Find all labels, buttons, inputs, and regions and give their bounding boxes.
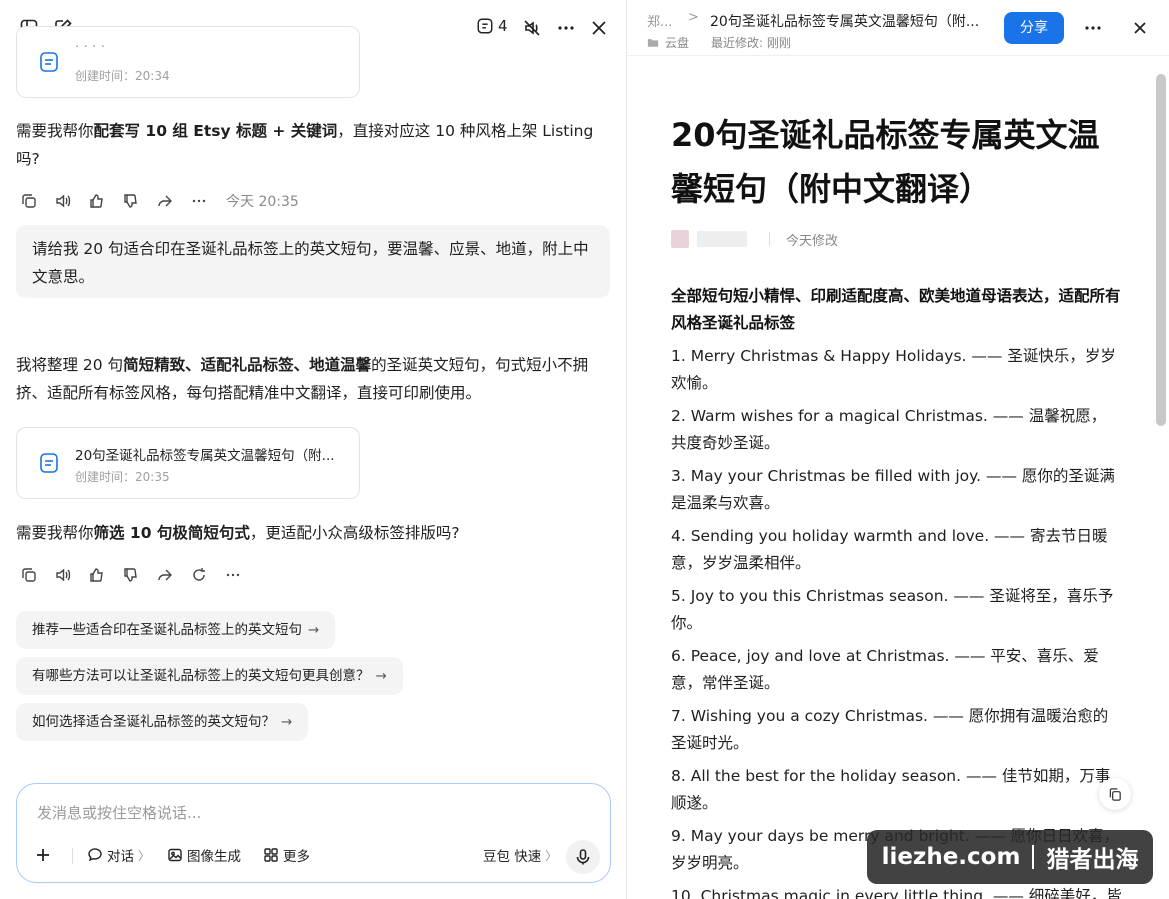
chat-pane: 4 · · · · 创建时间：20:34 需要我帮你配套写 10 组 Etsy …: [0, 0, 626, 899]
app-window: 4 · · · · 创建时间：20:34 需要我帮你配套写 10 组 Etsy …: [0, 0, 1169, 899]
document-modified: 最近修改: 刚刚: [711, 36, 791, 50]
grid-icon: [264, 848, 278, 862]
file-card-title: · · · ·: [75, 39, 106, 55]
microphone-icon: [576, 849, 590, 865]
watermark-overlay: liezhe.com 猎者出海: [867, 830, 1153, 884]
suggestion-chip-2[interactable]: 有哪些方法可以让圣诞礼品标签上的英文短句更具创意？ →: [16, 657, 403, 695]
message-input[interactable]: 发消息或按住空格说话...: [37, 802, 201, 823]
list-item: 4. Sending you holiday warmth and love. …: [671, 527, 1108, 572]
author-divider: [769, 232, 770, 246]
speaker-icon[interactable]: [54, 192, 72, 210]
regenerate-icon[interactable]: [190, 566, 208, 584]
list-item: 2. Warm wishes for a magical Christmas. …: [671, 407, 1107, 452]
list-item: 1. Merry Christmas & Happy Holidays. —— …: [671, 347, 1116, 392]
file-card-date: 创建时间：20:34: [75, 69, 170, 83]
suggestion-chip-1[interactable]: 推荐一些适合印在圣诞礼品标签上的英文短句 →: [16, 611, 336, 649]
user-message-bubble: 请给我 20 句适合印在圣诞礼品标签上的英文短句，要温馨、应景、地道，附上中文意…: [16, 225, 610, 298]
list-item: 8. All the best for the holiday season. …: [671, 767, 1111, 812]
thumbs-down-icon[interactable]: [122, 566, 140, 584]
list-item: 10. Christmas magic in every little thin…: [671, 887, 1121, 899]
close-document-icon[interactable]: [1128, 16, 1152, 40]
document-author-row: 今天修改: [671, 228, 838, 250]
thumbs-up-icon[interactable]: [88, 192, 106, 210]
assistant-message-1: 需要我帮你配套写 10 组 Etsy 标题 + 关键词，直接对应这 10 种风格…: [16, 122, 594, 168]
copy-to-doc-button[interactable]: [1099, 778, 1131, 810]
add-attachment-button[interactable]: [35, 844, 51, 866]
message-actions-1: 今天 20:35: [20, 191, 299, 211]
watermark-brand: 猎者出海: [1046, 847, 1139, 873]
notes-icon: [477, 18, 493, 34]
image-generation-button[interactable]: 图像生成: [167, 844, 241, 866]
more-menu-icon[interactable]: [554, 16, 578, 40]
breadcrumb-separator: >: [688, 10, 699, 25]
suggestion-chip-3[interactable]: 如何选择适合圣诞礼品标签的英文短句？ →: [16, 703, 309, 741]
assistant-message-2: 我将整理 20 句简短精致、适配礼品标签、地道温馨的圣诞英文短句，句式短小不拥挤…: [16, 356, 589, 402]
list-item: 6. Peace, joy and love at Christmas. —— …: [671, 647, 1099, 692]
thumbs-down-icon[interactable]: [122, 192, 140, 210]
document-icon: [40, 52, 58, 72]
image-icon: [168, 848, 182, 862]
arrow-right-icon: →: [375, 668, 387, 684]
document-lead: 全部短句短小精悍、印刷适配度高、欧美地道母语表达，适配所有风格圣诞礼品标签: [671, 287, 1121, 332]
file-card-date: 创建时间：20:35: [75, 470, 170, 484]
copy-doc-icon: [1109, 787, 1121, 801]
message-actions-2: [20, 565, 242, 585]
document-meta: 云盘 最近修改: 刚刚: [647, 34, 791, 51]
file-card-document[interactable]: 20句圣诞礼品标签专属英文温馨短句（附... 创建时间：20:35: [16, 427, 360, 499]
document-more-icon[interactable]: [1081, 16, 1105, 40]
message-composer[interactable]: 发消息或按住空格说话... 对话〉 图像生成 更多 豆包 快速〉: [16, 783, 611, 883]
more-tools-button[interactable]: 更多: [263, 844, 310, 866]
list-item: 5. Joy to you this Christmas season. —— …: [671, 587, 1114, 632]
mute-icon[interactable]: [520, 16, 544, 40]
plus-icon: [37, 849, 49, 861]
arrow-right-icon: →: [308, 622, 320, 638]
author-modified-time: 今天修改: [786, 233, 839, 249]
more-actions-icon[interactable]: [190, 192, 208, 210]
speaker-icon[interactable]: [54, 566, 72, 584]
close-chat-icon[interactable]: [587, 16, 611, 40]
document-title: 20句圣诞礼品标签专属英文温馨短句（附...: [710, 14, 980, 30]
thumbs-up-icon[interactable]: [88, 566, 106, 584]
file-card-title: 20句圣诞礼品标签专属英文温馨短句（附...: [75, 448, 335, 464]
breadcrumb-parent[interactable]: 郑...: [647, 11, 672, 30]
more-actions-icon[interactable]: [224, 566, 242, 584]
chat-mode-button[interactable]: 对话〉: [87, 844, 150, 866]
document-pane: 郑... > 20句圣诞礼品标签专属英文温馨短句（附... 云盘 最近修改: 刚…: [627, 0, 1169, 899]
watermark-divider: [1032, 845, 1035, 869]
model-selector[interactable]: 豆包 快速〉: [483, 844, 557, 866]
copy-icon[interactable]: [20, 192, 38, 210]
document-icon: [40, 453, 58, 473]
assistant-message-3: 需要我帮你筛选 10 句极简短句式，更适配小众高级标签排版吗?: [16, 524, 460, 542]
chat-bubble-icon: [88, 848, 102, 862]
microphone-button[interactable]: [566, 840, 600, 874]
document-scrollbar[interactable]: [1156, 74, 1166, 426]
notes-count-button[interactable]: 4: [476, 17, 508, 35]
arrow-right-icon: →: [281, 714, 293, 730]
author-name-redacted: [697, 231, 747, 247]
copy-icon[interactable]: [20, 566, 38, 584]
list-item: 3. May your Christmas be filled with joy…: [671, 467, 1115, 512]
file-card-previous[interactable]: · · · · 创建时间：20:34: [16, 26, 360, 98]
message-timestamp: 今天 20:35: [226, 194, 299, 210]
composer-divider: [72, 848, 73, 864]
list-item: 7. Wishing you a cozy Christmas. —— 愿你拥有…: [671, 707, 1109, 752]
document-location[interactable]: 云盘: [665, 34, 689, 51]
avatar: [671, 230, 689, 248]
share-arrow-icon[interactable]: [156, 192, 174, 210]
share-arrow-icon[interactable]: [156, 566, 174, 584]
share-button[interactable]: 分享: [1004, 12, 1064, 44]
document-header: 郑... > 20句圣诞礼品标签专属英文温馨短句（附... 云盘 最近修改: 刚…: [627, 0, 1169, 56]
document-body: 20句圣诞礼品标签专属英文温馨短句（附中文翻译）: [671, 108, 1121, 216]
document-heading: 20句圣诞礼品标签专属英文温馨短句（附中文翻译）: [671, 116, 1100, 208]
folder-icon: [647, 39, 659, 47]
watermark-domain: liezhe.com: [881, 844, 1021, 870]
notes-count: 4: [498, 17, 508, 35]
